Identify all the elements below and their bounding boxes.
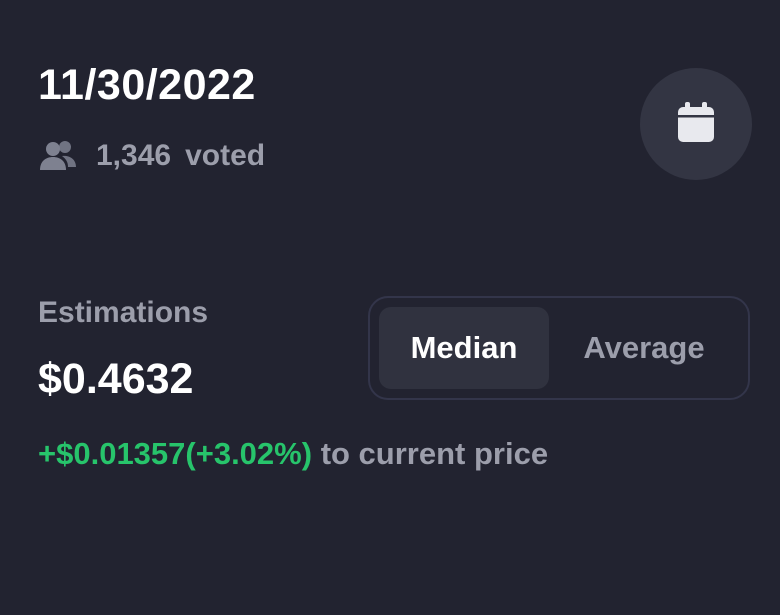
vote-count: 1,346	[96, 139, 172, 172]
calendar-button[interactable]	[640, 68, 752, 180]
price-change: +$0.01357(+3.02%) to current price	[38, 436, 548, 472]
people-icon	[38, 139, 80, 173]
estimated-price: $0.4632	[38, 355, 194, 403]
calendar-icon	[676, 101, 716, 148]
estimation-card: 11/30/2022 1,346 voted Estimations $0.46…	[0, 0, 780, 615]
date-title: 11/30/2022	[38, 61, 256, 109]
average-option[interactable]: Average	[549, 307, 739, 389]
median-average-toggle: Median Average	[368, 296, 750, 400]
price-delta-suffix: to current price	[320, 436, 549, 471]
price-delta: +$0.01357(+3.02%)	[38, 436, 313, 471]
votes-row: 1,346 voted	[38, 138, 265, 174]
median-option[interactable]: Median	[379, 307, 549, 389]
vote-label: voted	[185, 139, 266, 172]
estimations-label: Estimations	[38, 296, 209, 329]
